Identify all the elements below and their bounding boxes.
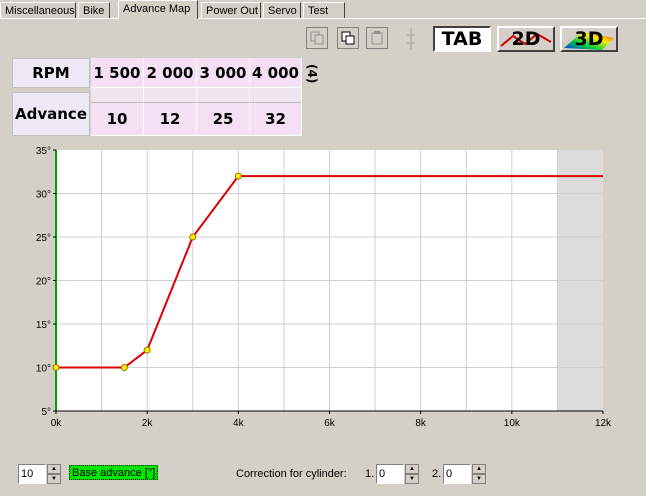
cylinder-1-spinner[interactable]: ▲ ▼ [405, 464, 419, 484]
advance-row-header: Advance [12, 92, 90, 136]
tab-bike[interactable]: Bike [78, 2, 110, 19]
base-advance-input[interactable]: 10 [18, 464, 46, 484]
tab-label: Advance Map [123, 3, 191, 15]
spin-up-icon[interactable]: ▲ [405, 464, 419, 474]
rpm-value: 3 000 [199, 63, 247, 82]
y-tick-label: 30° [36, 190, 51, 201]
base-advance-value: 10 [21, 468, 34, 480]
cylinder-1-input[interactable]: 0 [376, 464, 404, 484]
rpm-value: 4 000 [252, 63, 299, 82]
base-advance-label: Base advance [°] [69, 465, 159, 480]
tab-label: Miscellaneous [5, 5, 75, 17]
advance-cell[interactable]: 12 [144, 103, 197, 136]
x-tick-label: 4k [233, 418, 245, 429]
view-3d-button[interactable]: 3D [560, 26, 618, 52]
y-tick-label: 25° [36, 233, 51, 244]
y-tick-label: 20° [36, 277, 51, 288]
cylinder-2-value: 0 [446, 468, 453, 480]
view-tab-button[interactable]: TAB [433, 26, 491, 52]
advance-value: 12 [159, 110, 181, 128]
tab-miscellaneous[interactable]: Miscellaneous [0, 2, 76, 19]
tab-bar: Miscellaneous Bike Advance Map Power Out… [0, 0, 646, 19]
point-count-label: (4) [305, 64, 319, 84]
copy-glyph [310, 31, 324, 45]
y-tick-label: 10° [36, 364, 51, 375]
tab-advance-map[interactable]: Advance Map [118, 0, 198, 19]
x-tick-label: 0k [51, 418, 63, 429]
rpm-header-text: RPM [32, 64, 70, 82]
spin-down-icon[interactable]: ▼ [472, 474, 486, 484]
spin-up-icon[interactable]: ▲ [472, 464, 486, 474]
tab-label: Bike [83, 5, 105, 17]
tab-label: Test [308, 5, 329, 17]
split-icon[interactable] [405, 27, 417, 51]
data-point-marker [234, 172, 242, 180]
advance-chart[interactable]: 5° 10° 15° 20° 25° 30° 35° 0k 2k 4k 6k 8k 10k 12k [0, 142, 646, 432]
advance-cell[interactable]: 10 [91, 103, 144, 136]
advance-value: 25 [212, 110, 234, 128]
view-2d-button[interactable]: 2D [497, 26, 555, 52]
tab-label: Power Out [206, 5, 258, 17]
x-tick-label: 8k [415, 418, 427, 429]
rpm-value: 2 000 [146, 63, 194, 82]
rpm-row-header: RPM [12, 58, 90, 88]
y-tick-label: 35° [36, 146, 51, 157]
y-tick-label: 5° [41, 407, 51, 418]
x-tick-label: 10k [504, 418, 521, 429]
rpm-cell[interactable]: 4 000 [250, 58, 302, 88]
correction-label: Correction for cylinder: [236, 468, 347, 480]
view-tab-label: TAB [441, 28, 483, 50]
advance-value: 10 [106, 110, 128, 128]
copy-icon[interactable] [306, 27, 328, 49]
spin-down-icon[interactable]: ▼ [47, 474, 61, 484]
advance-cell[interactable]: 25 [197, 103, 250, 136]
rpm-value: 1 500 [93, 63, 141, 82]
base-advance-spinner[interactable]: ▲ ▼ [47, 464, 61, 484]
spin-up-icon[interactable]: ▲ [47, 464, 61, 474]
x-tick-label: 2k [142, 418, 154, 429]
cylinder-1-label: 1. [365, 468, 375, 480]
cylinder-2-label: 2. [432, 468, 442, 480]
x-tick-label: 6k [324, 418, 336, 429]
advance-cell[interactable]: 32 [250, 103, 302, 136]
view-2d-label: 2D [511, 28, 541, 50]
spacer-cell [250, 88, 302, 103]
data-point-marker [120, 364, 128, 371]
rpm-cell[interactable]: 2 000 [144, 58, 197, 88]
rpm-cell[interactable]: 3 000 [197, 58, 250, 88]
tab-divider [0, 18, 646, 19]
cylinder-2-spinner[interactable]: ▲ ▼ [472, 464, 486, 484]
tab-label: Servo [268, 5, 297, 17]
tab-servo[interactable]: Servo [263, 2, 301, 19]
cylinder-1-value: 0 [379, 468, 386, 480]
spin-down-icon[interactable]: ▼ [405, 474, 419, 484]
spacer-cell [144, 88, 197, 103]
data-point-marker [143, 346, 151, 354]
split-glyph [407, 28, 415, 50]
paste-icon[interactable] [337, 27, 359, 49]
view-3d-label: 3D [574, 28, 604, 50]
spacer-cell [197, 88, 250, 103]
advance-value: 32 [265, 110, 286, 128]
data-point-marker [52, 364, 60, 371]
paste-glyph [341, 31, 355, 45]
x-tick-label: 12k [595, 418, 612, 429]
spacer-cell [91, 88, 144, 103]
rpm-cell[interactable]: 1 500 [91, 58, 144, 88]
tab-test[interactable]: Test [303, 2, 345, 19]
clipboard-glyph [371, 31, 383, 45]
data-point-marker [189, 233, 197, 241]
clipboard-icon[interactable] [366, 27, 388, 49]
y-tick-label: 15° [36, 320, 51, 331]
cylinder-2-input[interactable]: 0 [443, 464, 471, 484]
tab-power-out[interactable]: Power Out [201, 2, 261, 19]
advance-header-text: Advance [15, 105, 87, 123]
